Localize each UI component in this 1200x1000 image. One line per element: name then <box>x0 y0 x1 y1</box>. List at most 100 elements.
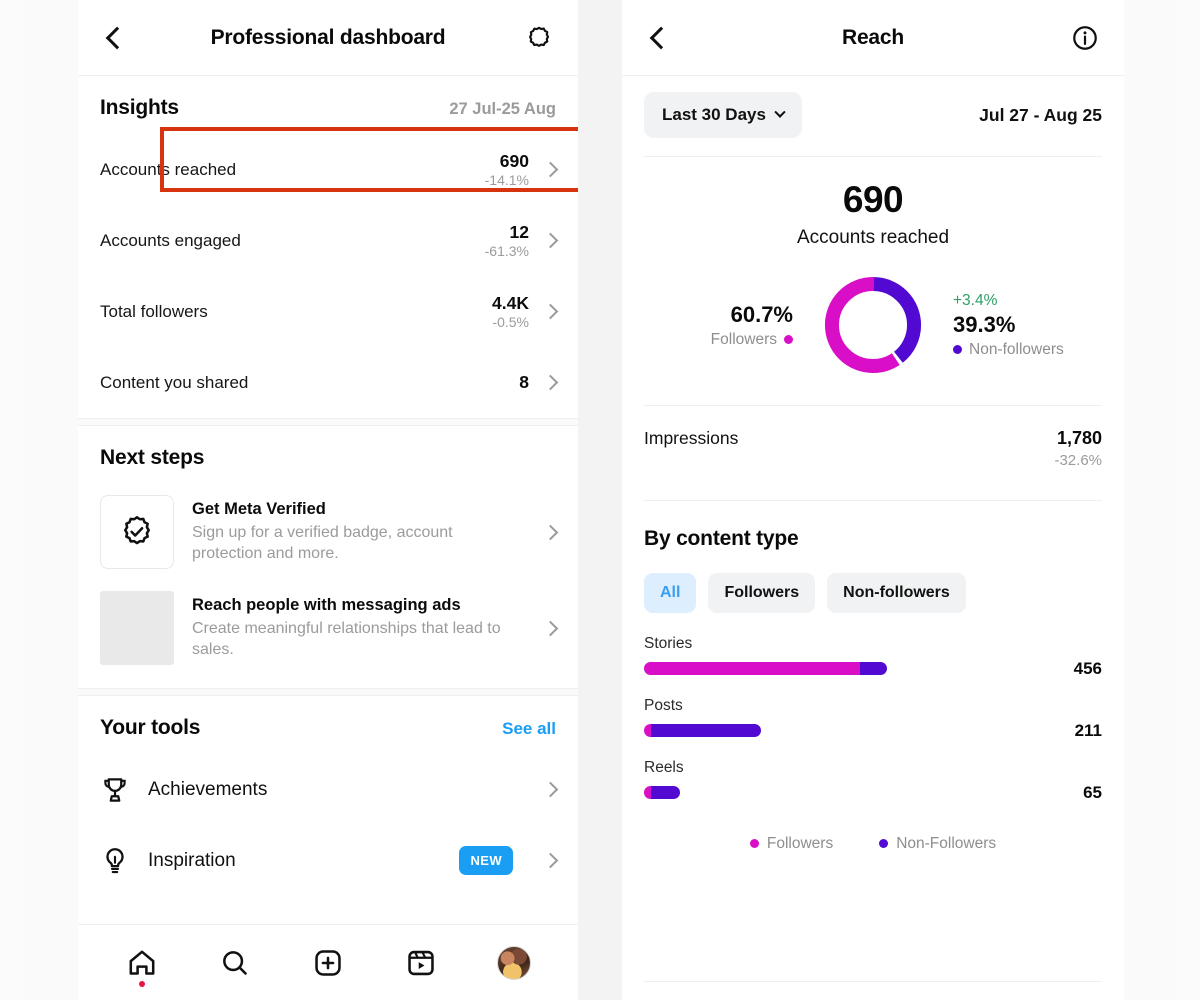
tab-search[interactable] <box>207 935 263 991</box>
nonfollowers-color-dot-icon <box>953 345 962 354</box>
chip-all[interactable]: All <box>644 572 697 613</box>
range-selector[interactable]: Last 30 Days <box>644 92 802 138</box>
insight-values: 12 -61.3% <box>485 222 529 259</box>
insight-label: Accounts engaged <box>100 230 241 250</box>
next-steps-title: Next steps <box>100 446 205 469</box>
back-button[interactable] <box>644 21 678 55</box>
donut-ring <box>824 276 922 374</box>
chevron-right-icon <box>542 374 559 391</box>
lightbulb-icon <box>106 847 124 873</box>
divider <box>644 981 1102 982</box>
next-step-get-meta-verified[interactable]: Get Meta Verified Sign up for a verified… <box>78 484 578 580</box>
your-tools-section-header: Your tools See all <box>78 696 578 754</box>
tab-profile[interactable] <box>486 935 542 991</box>
impressions-row[interactable]: Impressions 1,780 -32.6% <box>622 406 1124 500</box>
bar-line: 211 <box>644 721 1102 741</box>
trophy-icon <box>104 777 126 802</box>
reach-summary: 690 Accounts reached <box>622 157 1124 249</box>
tab-reels[interactable] <box>393 935 449 991</box>
info-circle-icon <box>1073 25 1097 50</box>
insight-label: Accounts reached <box>100 159 237 179</box>
insight-values: 4.4K -0.5% <box>492 293 529 330</box>
create-plus-icon <box>315 949 341 976</box>
chevron-right-icon <box>542 303 559 320</box>
your-tools-title: Your tools <box>100 716 201 739</box>
date-range-bar: Last 30 Days Jul 27 - Aug 25 <box>622 76 1124 156</box>
section-divider <box>78 688 578 696</box>
bar-group-reels: Reels 65 <box>644 759 1102 803</box>
chevron-right-icon <box>542 620 559 636</box>
legend-item-followers: Followers <box>749 834 834 853</box>
bar-category-label: Posts <box>644 696 683 714</box>
donut-nonfollowers-delta: +3.4% <box>953 291 998 309</box>
by-content-type-title: By content type <box>644 526 799 550</box>
tab-create[interactable] <box>300 935 356 991</box>
bar-line: 65 <box>644 783 1102 803</box>
chip-followers[interactable]: Followers <box>708 572 816 613</box>
page-title: Professional dashboard <box>210 25 446 49</box>
range-selector-label: Last 30 Days <box>662 105 766 124</box>
donut-nonfollowers-pct: 39.3% <box>953 311 1016 337</box>
chip-non-followers[interactable]: Non-followers <box>827 572 966 613</box>
impressions-values: 1,780 -32.6% <box>1054 428 1102 470</box>
bar-chart-legend: Followers Non-Followers <box>644 821 1102 853</box>
donut-followers-label: Followers <box>710 330 777 348</box>
reels-icon <box>408 950 434 975</box>
search-icon <box>223 950 247 975</box>
see-all-link[interactable]: See all <box>502 719 556 739</box>
followers-color-dot-icon <box>749 839 759 849</box>
tool-row-inspiration[interactable]: Inspiration NEW <box>78 825 578 896</box>
insight-row-total-followers[interactable]: Total followers 4.4K -0.5% <box>78 276 578 347</box>
step-subtitle: Sign up for a verified badge, account pr… <box>192 523 453 562</box>
insight-label: Total followers <box>100 301 208 321</box>
tool-label: Inspiration <box>148 849 236 871</box>
step-title: Get Meta Verified <box>192 499 326 518</box>
donut-nonfollowers-label: Non-followers <box>969 340 1064 358</box>
tool-label: Achievements <box>148 778 268 800</box>
info-button[interactable] <box>1068 21 1102 55</box>
impressions-label: Impressions <box>644 428 739 448</box>
chevron-right-icon <box>542 161 559 178</box>
chevron-right-icon <box>542 781 559 798</box>
bar-segment-non-followers <box>651 724 761 738</box>
insight-value: 8 <box>519 372 529 393</box>
reach-header: Reach <box>622 0 1124 76</box>
bar-segment-non-followers <box>651 786 680 800</box>
insights-title: Insights <box>100 96 179 119</box>
tool-row-achievements[interactable]: Achievements <box>78 754 578 825</box>
bar-segment-followers <box>644 786 651 800</box>
insight-value: 12 <box>509 221 529 242</box>
insight-row-accounts-reached[interactable]: Accounts reached 690 -14.1% <box>78 134 578 205</box>
bar-category-label: Reels <box>644 758 684 776</box>
legend-label: Non-Followers <box>896 834 997 852</box>
screenshot-stage: Professional dashboard Insights 27 Jul-2… <box>0 0 1200 1000</box>
insight-row-accounts-engaged[interactable]: Accounts engaged 12 -61.3% <box>78 205 578 276</box>
reach-detail-screen: Reach Last 30 Days Jul 27 - Aug 25 690 A… <box>622 0 1124 1000</box>
bar-track <box>644 786 680 800</box>
back-button[interactable] <box>100 21 134 55</box>
impressions-value: 1,780 <box>1056 428 1102 448</box>
status-badge-new: NEW <box>459 846 513 875</box>
donut-nonfollowers-legend: Non-followers <box>953 341 1103 359</box>
insight-delta: -14.1% <box>484 172 529 189</box>
reach-value: 690 <box>842 179 904 220</box>
content-type-bar-chart: Stories 456 Posts 211 Reels 65 Followers… <box>622 613 1124 853</box>
bar-group-posts: Posts 211 <box>644 697 1102 741</box>
page-title: Reach <box>841 25 905 49</box>
step-text: Reach people with messaging ads Create m… <box>192 596 527 661</box>
legend-label: Followers <box>766 834 834 852</box>
notification-dot <box>139 980 146 987</box>
range-dates: Jul 27 - Aug 25 <box>979 104 1102 125</box>
settings-button[interactable] <box>522 21 556 55</box>
insight-row-content-you-shared[interactable]: Content you shared 8 <box>78 347 578 418</box>
followers-color-dot-icon <box>784 335 793 344</box>
bar-group-stories: Stories 456 <box>644 635 1102 679</box>
step-thumbnail <box>100 495 174 569</box>
next-step-messaging-ads[interactable]: Reach people with messaging ads Create m… <box>78 580 578 676</box>
insight-delta: -61.3% <box>484 243 529 260</box>
impressions-delta: -32.6% <box>1054 451 1102 469</box>
bar-track <box>644 662 887 676</box>
home-icon <box>129 950 155 975</box>
tab-home[interactable] <box>114 935 170 991</box>
bar-segment-non-followers <box>860 662 887 676</box>
